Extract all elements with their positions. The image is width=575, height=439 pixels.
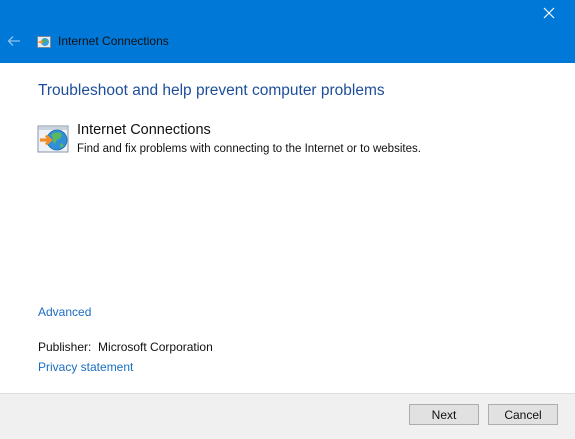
advanced-link[interactable]: Advanced xyxy=(38,305,91,319)
close-button[interactable] xyxy=(529,0,569,26)
next-button[interactable]: Next xyxy=(409,404,479,425)
troubleshooter-description: Find and fix problems with connecting to… xyxy=(77,143,421,155)
cancel-button[interactable]: Cancel xyxy=(488,404,558,425)
title-bar: Internet Connections xyxy=(0,0,575,63)
close-icon xyxy=(543,7,555,19)
main-content: Troubleshoot and help prevent computer p… xyxy=(0,63,575,393)
publisher-value: Microsoft Corporation xyxy=(98,340,213,354)
button-bar: Next Cancel xyxy=(0,393,575,439)
troubleshooter-window: Internet Connections Troubleshoot and he… xyxy=(0,0,575,439)
page-heading: Troubleshoot and help prevent computer p… xyxy=(38,82,385,99)
back-arrow-icon[interactable] xyxy=(6,33,22,49)
window-title: Internet Connections xyxy=(58,34,169,48)
internet-connections-icon xyxy=(37,36,51,48)
troubleshooter-name[interactable]: Internet Connections xyxy=(77,122,211,138)
privacy-statement-link[interactable]: Privacy statement xyxy=(38,360,133,374)
publisher-label: Publisher: xyxy=(38,340,92,354)
publisher-info: Publisher: Microsoft Corporation xyxy=(38,340,213,354)
internet-connections-icon xyxy=(37,125,69,153)
